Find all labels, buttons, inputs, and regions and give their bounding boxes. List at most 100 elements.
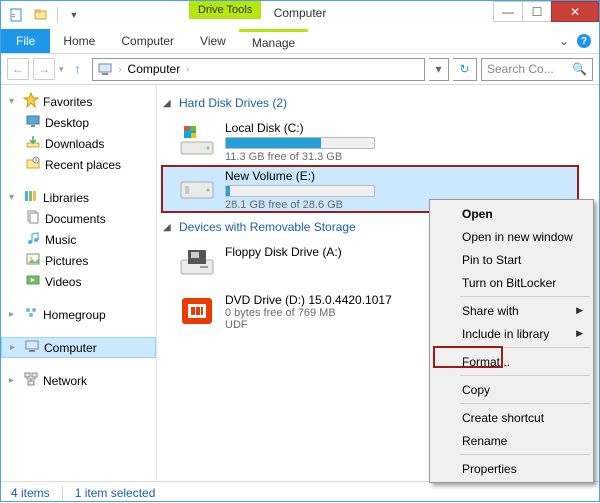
sidebar-network[interactable]: ▸ Network	[1, 370, 156, 391]
sidebar-item-label: Documents	[45, 212, 106, 226]
breadcrumb-location[interactable]: Computer	[128, 62, 181, 76]
chevron-down-icon[interactable]: ▾	[9, 192, 19, 203]
sidebar-homegroup[interactable]: ▸ Homegroup	[1, 304, 156, 325]
context-menu: Open Open in new window Pin to Start Tur…	[429, 199, 594, 483]
cm-rename[interactable]: Rename	[432, 429, 591, 452]
close-button[interactable]: ✕	[551, 1, 599, 22]
cm-properties[interactable]: Properties	[432, 457, 591, 480]
help-icon[interactable]: ?	[577, 34, 591, 48]
cm-separator	[460, 296, 590, 297]
sidebar-computer[interactable]: ▸ Computer	[1, 337, 156, 358]
sidebar-item-desktop[interactable]: Desktop	[1, 112, 156, 133]
file-menu[interactable]: File	[1, 29, 50, 53]
search-placeholder: Search Co...	[487, 62, 554, 76]
sidebar-item-recent[interactable]: Recent places	[1, 154, 156, 175]
chevron-right-icon[interactable]: ▸	[10, 342, 20, 353]
sidebar-item-documents[interactable]: Documents	[1, 208, 156, 229]
statusbar: 4 items 1 item selected	[1, 481, 599, 503]
address-dropdown[interactable]: ▾	[429, 58, 449, 81]
sidebar-item-label: Recent places	[45, 158, 121, 172]
sidebar-item-label: Network	[43, 374, 87, 388]
cm-pin-start[interactable]: Pin to Start	[432, 248, 591, 271]
status-count: 4 items	[11, 486, 50, 500]
sidebar-item-label: Homegroup	[43, 308, 106, 322]
capacity-bar	[225, 185, 375, 197]
cm-share-with[interactable]: Share with▶	[432, 299, 591, 322]
network-icon	[23, 371, 39, 390]
minimize-button[interactable]: —	[493, 1, 523, 22]
nav-up-button[interactable]: ↑	[68, 59, 88, 79]
sidebar-item-label: Music	[45, 233, 76, 247]
computer-icon	[97, 61, 113, 77]
breadcrumb-chevron: ›	[119, 64, 122, 74]
sidebar-item-label: Favorites	[43, 95, 92, 109]
drive-free-text: 0 bytes free of 769 MB	[225, 307, 392, 319]
expand-caret-icon[interactable]: ◢	[163, 222, 175, 233]
sidebar-libraries[interactable]: ▾ Libraries	[1, 187, 156, 208]
address-input[interactable]: › Computer ›	[92, 58, 425, 81]
cm-open-new-window[interactable]: Open in new window	[432, 225, 591, 248]
tab-home[interactable]: Home	[50, 29, 108, 53]
download-icon	[25, 134, 41, 153]
sidebar: ▾ Favorites Desktop Downloads Recent pla…	[1, 85, 157, 481]
cm-copy[interactable]: Copy	[432, 378, 591, 401]
tab-computer[interactable]: Computer	[108, 29, 187, 53]
videos-icon	[25, 272, 41, 291]
cm-open[interactable]: Open	[432, 202, 591, 225]
cm-separator	[460, 403, 590, 404]
sidebar-favorites[interactable]: ▾ Favorites	[1, 91, 156, 112]
search-input[interactable]: Search Co... 🔍	[481, 58, 593, 81]
nav-forward-button[interactable]: →	[33, 58, 55, 80]
pictures-icon	[25, 251, 41, 270]
qat-props-icon[interactable]	[7, 5, 27, 25]
drive-name: DVD Drive (D:) 15.0.4420.1017	[225, 293, 392, 307]
library-icon	[23, 188, 39, 207]
qat-dropdown[interactable]: ▼	[64, 5, 84, 25]
maximize-button[interactable]: ☐	[522, 1, 552, 22]
drive-name: Local Disk (C:)	[225, 121, 375, 135]
refresh-button[interactable]: ↻	[453, 58, 477, 81]
dvd-icon	[177, 291, 217, 331]
cm-format[interactable]: Format...	[432, 350, 591, 373]
drive-name: Floppy Disk Drive (A:)	[225, 245, 342, 259]
sidebar-item-label: Libraries	[43, 191, 89, 205]
recent-icon	[25, 155, 41, 174]
search-icon: 🔍	[572, 62, 587, 76]
cm-bitlocker[interactable]: Turn on BitLocker	[432, 271, 591, 294]
qat-newfolder-icon[interactable]	[31, 5, 51, 25]
drive-sub-text: UDF	[225, 319, 392, 331]
computer-icon	[24, 338, 40, 357]
sidebar-item-label: Downloads	[45, 137, 104, 151]
expand-caret-icon[interactable]: ◢	[163, 98, 175, 109]
sidebar-item-label: Pictures	[45, 254, 88, 268]
section-hdd[interactable]: ◢ Hard Disk Drives (2)	[161, 93, 599, 113]
chevron-right-icon[interactable]: ▸	[9, 375, 19, 386]
sidebar-item-downloads[interactable]: Downloads	[1, 133, 156, 154]
tab-view[interactable]: View	[187, 29, 239, 53]
star-icon	[23, 92, 39, 111]
hdd-icon	[177, 167, 217, 207]
drive-free-text: 11.3 GB free of 31.3 GB	[225, 151, 375, 163]
chevron-right-icon: ▶	[576, 305, 583, 316]
drive-tools-tab[interactable]: Drive Tools	[189, 1, 261, 19]
chevron-right-icon[interactable]: ▸	[9, 309, 19, 320]
titlebar: ▼ Drive Tools Computer — ☐ ✕	[1, 1, 599, 29]
sidebar-item-videos[interactable]: Videos	[1, 271, 156, 292]
breadcrumb-chevron[interactable]: ›	[186, 64, 189, 74]
cm-include-library[interactable]: Include in library▶	[432, 322, 591, 345]
drive-item-local-c[interactable]: Local Disk (C:) 11.3 GB free of 31.3 GB	[161, 117, 599, 165]
drive-name: New Volume (E:)	[225, 169, 375, 183]
status-selected: 1 item selected	[75, 486, 156, 500]
nav-history-dropdown[interactable]: ▾	[59, 64, 64, 75]
chevron-right-icon: ▶	[576, 328, 583, 339]
sidebar-item-pictures[interactable]: Pictures	[1, 250, 156, 271]
cm-create-shortcut[interactable]: Create shortcut	[432, 406, 591, 429]
sidebar-item-music[interactable]: Music	[1, 229, 156, 250]
ribbon-expand-icon[interactable]: ⌄	[559, 34, 569, 48]
section-title: Devices with Removable Storage	[179, 220, 356, 234]
chevron-down-icon[interactable]: ▾	[9, 96, 19, 107]
nav-back-button[interactable]: ←	[7, 58, 29, 80]
cm-separator	[460, 375, 590, 376]
section-title: Hard Disk Drives (2)	[179, 96, 287, 110]
tab-manage[interactable]: Manage	[239, 29, 308, 53]
